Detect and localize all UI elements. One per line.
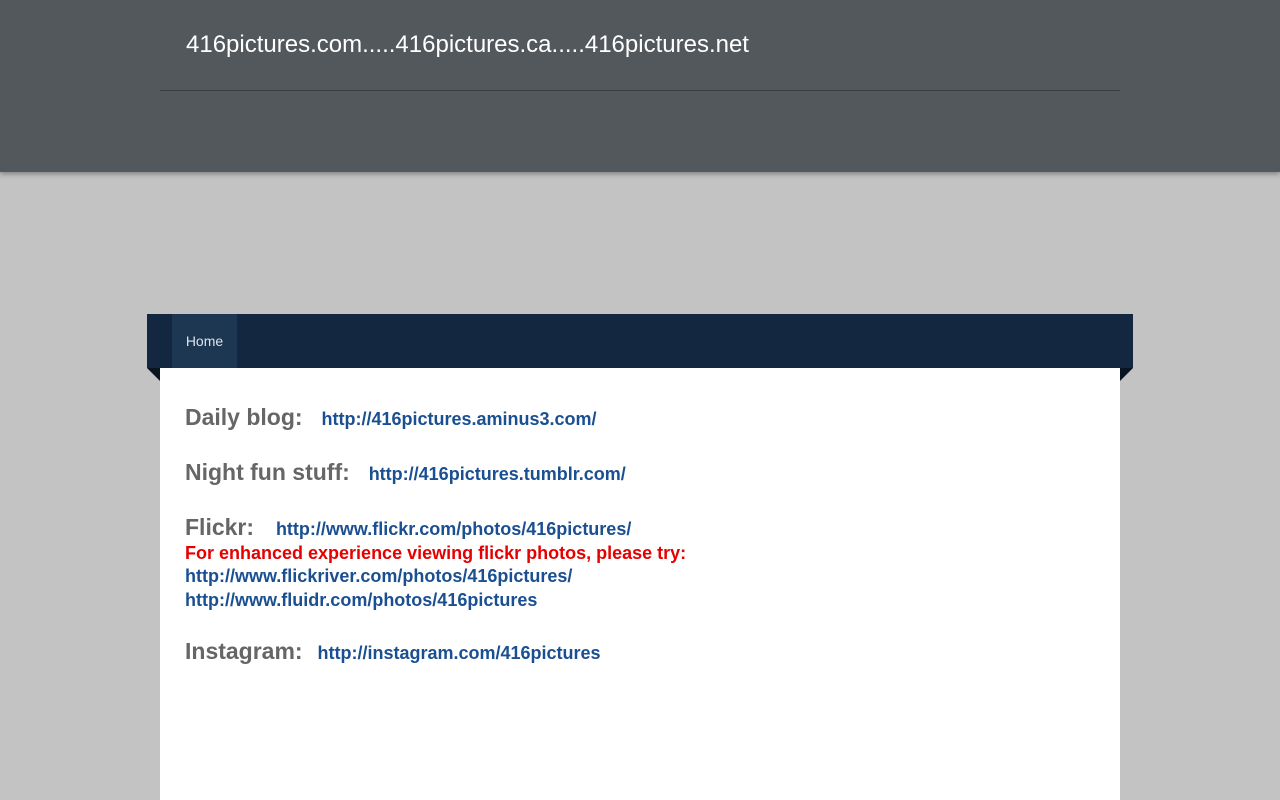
fluidr-row: http://www.fluidr.com/photos/416pictures (185, 590, 537, 611)
instagram-label: Instagram: (185, 638, 303, 664)
nav-item-home[interactable]: Home (172, 314, 237, 368)
flickriver-row: http://www.flickriver.com/photos/416pict… (185, 566, 572, 587)
night-fun-row: Night fun stuff: http://416pictures.tumb… (185, 459, 626, 486)
instagram-link[interactable]: http://instagram.com/416pictures (318, 643, 601, 663)
flickr-note: For enhanced experience viewing flickr p… (185, 543, 687, 563)
nav-fold-left (147, 368, 160, 381)
daily-blog-label: Daily blog: (185, 404, 303, 430)
daily-blog-row: Daily blog: http://416pictures.aminus3.c… (185, 404, 597, 431)
fluidr-link[interactable]: http://www.fluidr.com/photos/416pictures (185, 590, 537, 610)
flickr-row: Flickr: http://www.flickr.com/photos/416… (185, 514, 631, 541)
nav-fold-right (1120, 368, 1133, 381)
instagram-row: Instagram: http://instagram.com/416pictu… (185, 638, 601, 665)
site-header: 416pictures.com.....416pictures.ca.....4… (0, 0, 1280, 172)
night-fun-label: Night fun stuff: (185, 459, 350, 485)
site-title: 416pictures.com.....416pictures.ca.....4… (186, 31, 749, 58)
flickr-link[interactable]: http://www.flickr.com/photos/416pictures… (276, 519, 631, 539)
content-panel: Daily blog: http://416pictures.aminus3.c… (160, 368, 1120, 800)
flickr-note-row: For enhanced experience viewing flickr p… (185, 543, 686, 564)
flickr-label: Flickr: (185, 514, 255, 540)
night-fun-link[interactable]: http://416pictures.tumblr.com/ (369, 464, 626, 484)
flickriver-link[interactable]: http://www.flickriver.com/photos/416pict… (185, 566, 572, 586)
header-divider (160, 90, 1120, 91)
daily-blog-link[interactable]: http://416pictures.aminus3.com/ (321, 409, 596, 429)
main-nav: Home (147, 314, 1133, 368)
